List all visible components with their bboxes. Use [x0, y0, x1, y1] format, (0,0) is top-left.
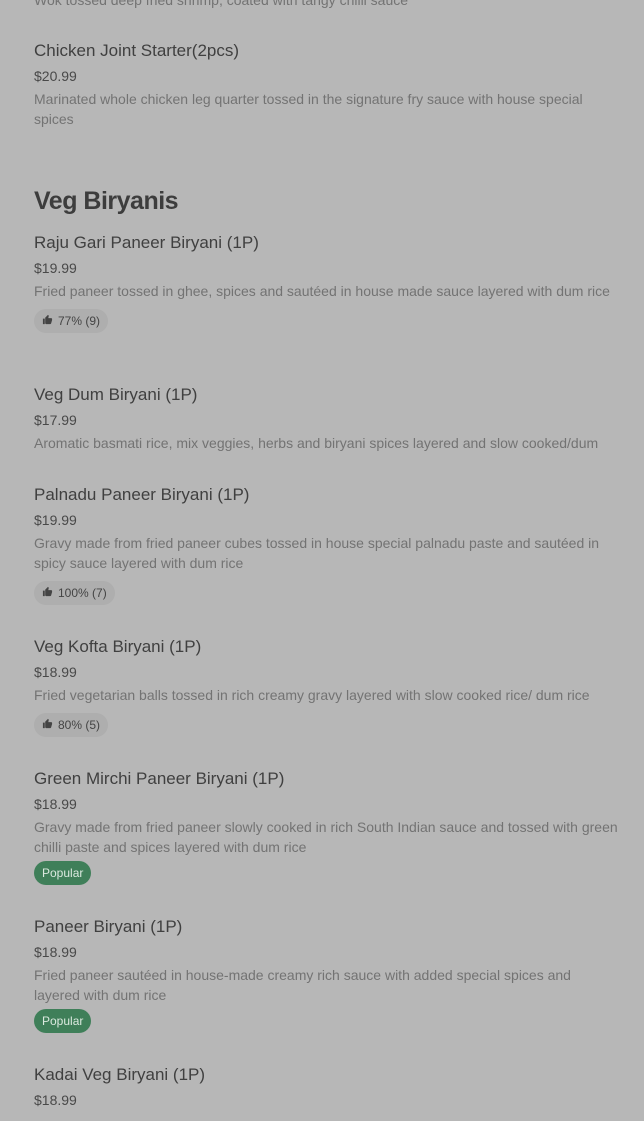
popular-badge: Popular — [34, 861, 92, 885]
item-description: Marinated whole chicken leg quarter toss… — [34, 91, 583, 127]
item-name: Palnadu Paneer Biryani (1P) — [34, 485, 250, 504]
item-description: Fried paneer sautéed in house-made cream… — [34, 967, 571, 1003]
item-description: Gravy made from fried paneer slowly cook… — [34, 819, 618, 855]
item-price: $19.99 — [34, 512, 77, 528]
menu-item-chicken-joint-starter[interactable]: Chicken Joint Starter(2pcs) $20.99 Marin… — [34, 40, 618, 129]
item-price: $18.99 — [34, 664, 77, 680]
thumbs-up-icon — [42, 314, 53, 328]
rating-badge: 100% (7) — [34, 581, 115, 605]
rating-badge: 80% (5) — [34, 713, 109, 737]
rating-text: 80% (5) — [58, 718, 101, 732]
item-price: $19.99 — [34, 260, 77, 276]
menu-item-palnadu-paneer-biryani[interactable]: Palnadu Paneer Biryani (1P) $19.99 Gravy… — [34, 484, 618, 605]
menu-item-veg-dum-biryani[interactable]: Veg Dum Biryani (1P) $17.99 Aromatic bas… — [34, 384, 618, 453]
menu-page: Wok tossed deep fried shrimp, coated wit… — [0, 0, 644, 1121]
thumbs-up-icon — [42, 718, 53, 732]
rating-text: 100% (7) — [58, 586, 107, 600]
item-description: Fried vegetarian balls tossed in rich cr… — [34, 687, 590, 703]
rating-text: 77% (9) — [58, 314, 101, 328]
item-name: Kadai Veg Biryani (1P) — [34, 1065, 206, 1084]
item-description: Fried paneer tossed in ghee, spices and … — [34, 283, 610, 299]
menu-item-paneer-biryani[interactable]: Paneer Biryani (1P) $18.99 Fried paneer … — [34, 916, 618, 1033]
previous-item-description: Wok tossed deep fried shrimp, coated wit… — [34, 0, 409, 8]
item-name: Raju Gari Paneer Biryani (1P) — [34, 233, 259, 252]
menu-item-kadai-veg-biryani[interactable]: Kadai Veg Biryani (1P) $18.99 — [34, 1064, 618, 1109]
menu-item-green-mirchi-paneer-biryani[interactable]: Green Mirchi Paneer Biryani (1P) $18.99 … — [34, 768, 618, 885]
item-description: Aromatic basmati rice, mix veggies, herb… — [34, 435, 599, 451]
item-name: Veg Kofta Biryani (1P) — [34, 637, 202, 656]
item-price: $18.99 — [34, 944, 77, 960]
item-price: $20.99 — [34, 68, 77, 84]
item-price: $18.99 — [34, 796, 77, 812]
item-name: Paneer Biryani (1P) — [34, 917, 183, 936]
item-name: Green Mirchi Paneer Biryani (1P) — [34, 769, 285, 788]
item-name: Chicken Joint Starter(2pcs) — [34, 41, 240, 60]
item-name: Veg Dum Biryani (1P) — [34, 385, 198, 404]
popular-badge: Popular — [34, 1009, 92, 1033]
menu-item-veg-kofta-biryani[interactable]: Veg Kofta Biryani (1P) $18.99 Fried vege… — [34, 636, 618, 737]
item-description: Gravy made from fried paneer cubes tosse… — [34, 535, 600, 571]
item-price: $17.99 — [34, 412, 77, 428]
section-title: Veg Biryanis — [34, 187, 179, 215]
item-price: $18.99 — [34, 1092, 77, 1108]
thumbs-up-icon — [42, 586, 53, 600]
rating-badge: 77% (9) — [34, 309, 109, 333]
menu-item-raju-gari-paneer-biryani[interactable]: Raju Gari Paneer Biryani (1P) $19.99 Fri… — [34, 232, 618, 333]
